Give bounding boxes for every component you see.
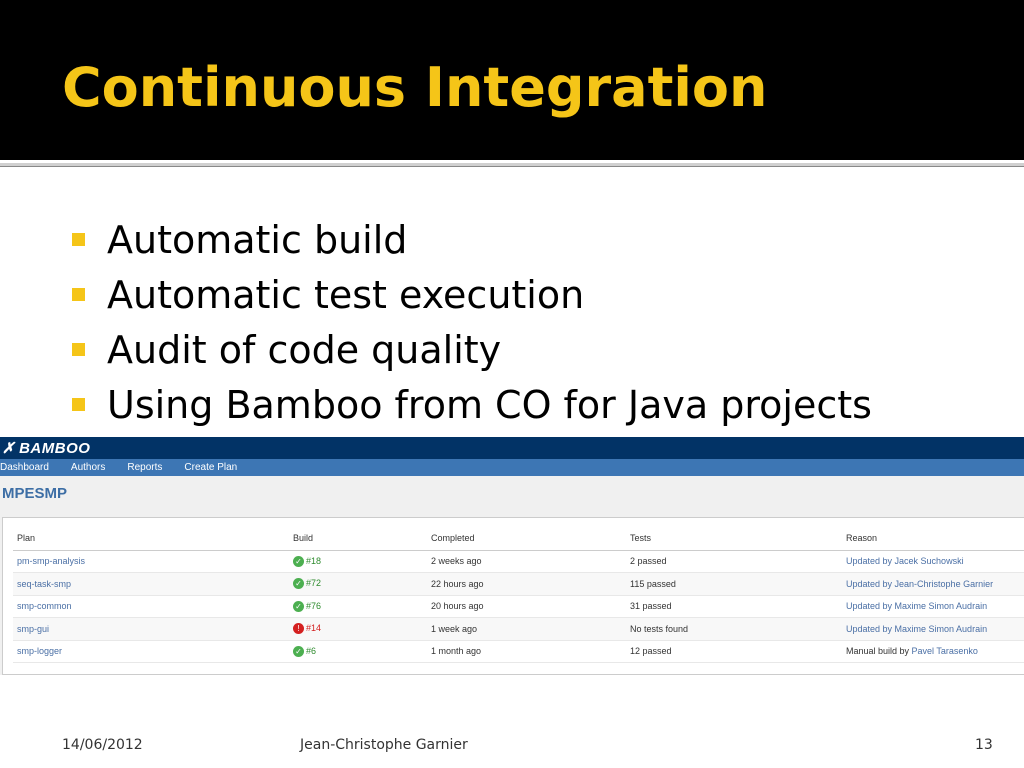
bullet-item: Automatic build xyxy=(72,212,872,267)
plan-link[interactable]: smp-common xyxy=(17,601,72,611)
bullet-item: Audit of code quality xyxy=(72,322,872,377)
col-completed: Completed xyxy=(427,526,626,551)
build-link[interactable]: #76 xyxy=(306,601,321,611)
col-plan: Plan xyxy=(13,526,289,551)
footer-page-number: 13 xyxy=(975,737,993,753)
col-tests: Tests xyxy=(626,526,842,551)
footer-author: Jean-Christophe Garnier xyxy=(300,737,468,753)
bullet-icon xyxy=(72,343,85,356)
nav-authors[interactable]: Authors xyxy=(71,462,105,473)
footer-date: 14/06/2012 xyxy=(62,737,143,753)
table-row: smp-logger ✓ #6 1 month ago 12 passed Man… xyxy=(13,640,1024,663)
plans-table: Plan Build Completed Tests Reason pm-smp… xyxy=(13,526,1024,663)
table-row: seq-task-smp ✓ #72 22 hours ago 115 passe… xyxy=(13,572,1024,596)
table-row: smp-gui ! #14 1 week ago No tests found U… xyxy=(13,617,1024,641)
bullet-icon xyxy=(72,233,85,246)
build-link[interactable]: #6 xyxy=(306,646,316,656)
build-link[interactable]: #18 xyxy=(306,556,321,566)
bullet-item: Automatic test execution xyxy=(72,267,872,322)
project-title: MPESMP xyxy=(2,485,68,502)
bullet-icon xyxy=(72,288,85,301)
completed-cell: 22 hours ago xyxy=(427,572,626,596)
bullet-list: Automatic build Automatic test execution… xyxy=(72,212,872,432)
reason-link[interactable]: Updated by Jean-Christophe Garnier xyxy=(846,579,993,589)
completed-cell: 20 hours ago xyxy=(427,595,626,618)
tests-cell: 2 passed xyxy=(626,550,842,573)
success-check-icon: ✓ xyxy=(293,645,304,657)
col-reason: Reason xyxy=(842,526,1024,551)
completed-cell: 1 month ago xyxy=(427,640,626,663)
bullet-icon xyxy=(72,398,85,411)
failure-alert-icon: ! xyxy=(293,623,304,635)
bamboo-header: ✗ BAMBOO xyxy=(0,437,1024,459)
title-bar: Continuous Integration xyxy=(0,0,1024,160)
build-link[interactable]: #72 xyxy=(306,578,321,588)
tests-cell: 115 passed xyxy=(626,572,842,596)
completed-cell: 1 week ago xyxy=(427,617,626,641)
bamboo-logo-icon: ✗ xyxy=(2,440,16,457)
tests-cell: 12 passed xyxy=(626,640,842,663)
bamboo-nav: Dashboard Authors Reports Create Plan xyxy=(0,459,1024,476)
success-check-icon: ✓ xyxy=(293,578,304,590)
plan-link[interactable]: smp-gui xyxy=(17,624,49,634)
reason-text: Manual build by xyxy=(846,646,912,657)
success-check-icon: ✓ xyxy=(293,600,304,612)
reason-link[interactable]: Updated by Jacek Suchowski xyxy=(846,556,964,566)
table-row: pm-smp-analysis ✓ #18 2 weeks ago 2 passe… xyxy=(13,550,1024,573)
bullet-item: Using Bamboo from CO for Java projects xyxy=(72,377,872,432)
success-check-icon: ✓ xyxy=(293,555,304,567)
reason-link[interactable]: Pavel Tarasenko xyxy=(912,646,978,656)
divider xyxy=(0,163,1024,167)
tests-cell: 31 passed xyxy=(626,595,842,618)
plan-link[interactable]: pm-smp-analysis xyxy=(17,556,85,566)
nav-dashboard[interactable]: Dashboard xyxy=(0,462,49,473)
tests-cell: No tests found xyxy=(626,617,842,641)
build-link[interactable]: #14 xyxy=(306,623,321,633)
col-build: Build xyxy=(289,526,427,551)
reason-link[interactable]: Updated by Maxime Simon Audrain xyxy=(846,601,987,611)
reason-link[interactable]: Updated by Maxime Simon Audrain xyxy=(846,624,987,634)
bamboo-logo[interactable]: BAMBOO xyxy=(19,440,90,457)
nav-reports[interactable]: Reports xyxy=(127,462,162,473)
plan-link[interactable]: smp-logger xyxy=(17,646,62,656)
bamboo-screenshot: ✗ BAMBOO Dashboard Authors Reports Create… xyxy=(0,437,1024,675)
table-row: smp-common ✓ #76 20 hours ago 31 passed U… xyxy=(13,595,1024,618)
completed-cell: 2 weeks ago xyxy=(427,550,626,573)
slide-title: Continuous Integration xyxy=(62,56,768,119)
plans-panel: Plan Build Completed Tests Reason pm-smp… xyxy=(2,517,1024,675)
nav-create-plan[interactable]: Create Plan xyxy=(184,462,237,473)
plan-link[interactable]: seq-task-smp xyxy=(17,579,71,589)
